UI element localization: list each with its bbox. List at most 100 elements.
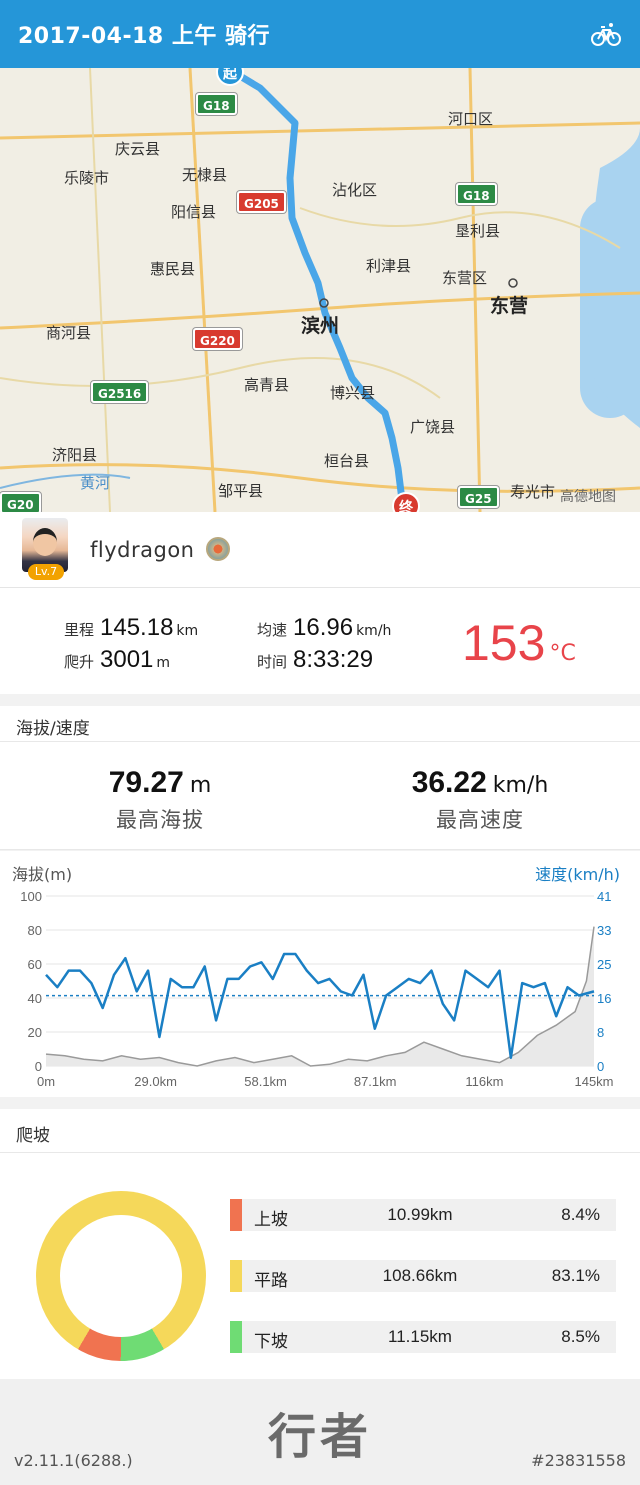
climb-row-flat: 平路 108.66km 83.1% <box>230 1260 616 1292</box>
app-version: v2.11.1(6288.) <box>14 1451 133 1470</box>
climb-row-percent: 8.4% <box>561 1205 600 1224</box>
map-label: 寿光市 <box>510 483 556 501</box>
x-tick-label: 58.1km <box>244 1074 287 1089</box>
max-speed-unit: km/h <box>492 773 549 798</box>
climb-row-percent: 8.5% <box>561 1327 600 1346</box>
climb-row-distance: 11.15km <box>388 1327 452 1346</box>
stat-value: 16.96 <box>293 614 354 641</box>
x-tick-label: 87.1km <box>354 1074 397 1089</box>
x-tick-label: 0m <box>37 1074 55 1089</box>
bicycle-icon[interactable] <box>590 18 622 50</box>
highway-shield: G25 <box>458 486 499 508</box>
ride-id: #23831558 <box>531 1451 626 1470</box>
max-altitude-value: 79.27 <box>108 766 184 799</box>
end-marker[interactable]: 终 <box>392 492 420 512</box>
climb-breakdown: 上坡 10.99km 8.4% 平路 108.66km 83.1% 下坡 11.… <box>0 1153 640 1379</box>
map-label: 东营 <box>490 295 529 317</box>
map-label: 利津县 <box>366 257 412 275</box>
footer: 行者 v2.11.1(6288.) #23831558 <box>0 1379 640 1485</box>
max-altitude-label: 最高海拔 <box>116 808 204 832</box>
header-bar: 2017-04-18 上午 骑行 <box>0 0 640 68</box>
left-tick-label: 60 <box>28 957 42 972</box>
max-speed: 36.22 km/h 最高速度 <box>320 766 640 834</box>
max-altitude-unit: m <box>189 773 212 798</box>
stat-temperature: 153 °C <box>462 614 576 672</box>
highway-shield: G205 <box>237 191 286 213</box>
stat-time: 时间 8:33:29 <box>257 646 373 674</box>
climb-row-distance: 10.99km <box>387 1205 453 1224</box>
map-label: 阳信县 <box>171 203 217 221</box>
map-label: 垦利县 <box>455 222 501 240</box>
right-tick-label: 16 <box>597 991 611 1006</box>
temperature-unit: °C <box>549 641 576 666</box>
map-label: 邹平县 <box>218 482 264 500</box>
section-header-elevation: 海拔/速度 <box>0 706 640 742</box>
user-row[interactable]: Lv.7 flydragon <box>0 512 640 588</box>
right-tick-label: 0 <box>597 1059 604 1074</box>
x-tick-label: 29.0km <box>134 1074 177 1089</box>
map-label: 博兴县 <box>330 384 376 402</box>
highway-shield: G220 <box>193 328 242 350</box>
elevation-speed-chart[interactable]: 海拔(m) 速度(km/h) 100 80 60 40 20 0 41 33 25 16 8 0 0m 2… <box>0 851 640 1097</box>
map-attribution: 高德地图 <box>560 489 616 505</box>
stat-avg-speed: 均速 16.96 km/h <box>257 614 391 642</box>
stat-value: 145.18 <box>100 614 174 641</box>
left-tick-label: 20 <box>28 1025 42 1040</box>
left-tick-label: 40 <box>28 991 42 1006</box>
max-altitude: 79.27 m 最高海拔 <box>0 766 320 834</box>
map-label: 高青县 <box>244 376 290 394</box>
map-label: 济阳县 <box>52 446 98 464</box>
stat-unit: km/h <box>356 623 392 639</box>
map-label: 东营区 <box>442 269 488 287</box>
ride-detail-screen: 2017-04-18 上午 骑行 河口区 庆云县 乐陵市 无棣县 沾化区 阳信县… <box>0 0 640 1485</box>
stat-value: 3001 <box>100 646 154 673</box>
right-tick-label: 33 <box>597 923 611 938</box>
map-label: 商河县 <box>46 324 92 342</box>
speed-line <box>45 952 595 1059</box>
map-label: 桓台县 <box>324 452 370 470</box>
left-tick-label: 0 <box>35 1059 42 1074</box>
stat-label: 里程 <box>64 621 95 639</box>
left-tick-label: 80 <box>28 923 42 938</box>
highway-shield: G20 <box>0 492 41 512</box>
climb-row-down: 下坡 11.15km 8.5% <box>230 1321 616 1353</box>
legend-swatch <box>230 1321 242 1353</box>
highway-shield: G18 <box>456 183 497 205</box>
map-label: 乐陵市 <box>64 169 110 187</box>
right-tick-label: 41 <box>597 889 611 904</box>
x-tick-label: 145km <box>574 1074 613 1089</box>
chart-plot: 10080604020041332516800m 29.0km 58.1km 87.1… <box>20 889 613 1089</box>
x-tick-label: 116km <box>465 1074 503 1089</box>
map-label: 惠民县 <box>150 260 196 278</box>
highway-shield: G18 <box>196 93 237 115</box>
map-label: 河口区 <box>448 110 494 128</box>
map-label: 滨州 <box>301 315 340 337</box>
section-header-climb: 爬坡 <box>0 1109 640 1153</box>
stat-label: 爬升 <box>64 653 95 671</box>
right-tick-label: 25 <box>597 957 611 972</box>
map-label: 广饶县 <box>410 418 456 436</box>
climb-row-name: 上坡 <box>254 1210 288 1230</box>
right-axis-title: 速度(km/h) <box>535 865 620 884</box>
left-tick-label: 100 <box>20 889 42 904</box>
stat-unit: m <box>156 655 171 671</box>
climb-row-name: 平路 <box>254 1271 288 1291</box>
stat-unit: km <box>176 623 199 639</box>
map-label: 黄河 <box>80 474 111 492</box>
medal-icon <box>206 537 230 561</box>
right-tick-label: 8 <box>597 1025 604 1040</box>
map-label: 无棣县 <box>182 166 228 184</box>
stat-label: 均速 <box>257 621 288 639</box>
max-speed-value: 36.22 <box>411 766 487 799</box>
map-label: 沾化区 <box>332 181 378 199</box>
stat-value: 8:33:29 <box>293 646 374 673</box>
username[interactable]: flydragon <box>90 538 194 562</box>
left-axis-title: 海拔(m) <box>12 865 73 884</box>
legend-swatch <box>230 1199 242 1231</box>
route-map[interactable]: 河口区 庆云县 乐陵市 无棣县 沾化区 阳信县 垦利县 惠民县 利津县 东营区 … <box>0 68 640 512</box>
level-badge: Lv.7 <box>28 564 64 580</box>
climb-row-distance: 108.66km <box>382 1266 458 1285</box>
highway-shield: G2516 <box>91 381 149 403</box>
climb-donut-chart <box>36 1191 206 1361</box>
stat-label: 时间 <box>257 653 288 671</box>
